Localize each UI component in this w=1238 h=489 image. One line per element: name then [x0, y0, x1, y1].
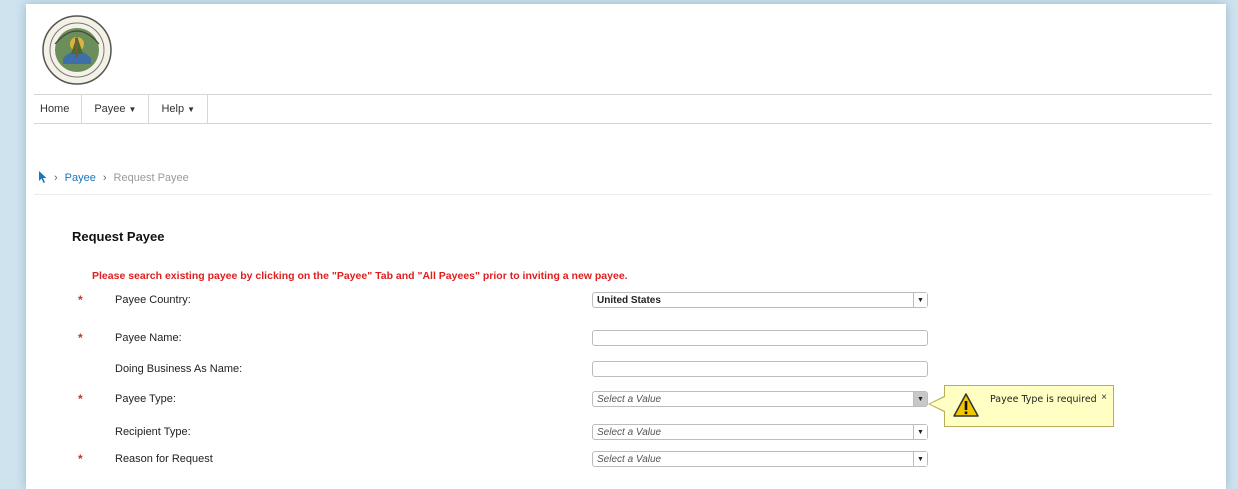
chevron-down-icon[interactable]: ▼ — [913, 293, 927, 307]
payee-country-value: United States — [597, 294, 661, 306]
recipient-type-label: Recipient Type: — [115, 426, 191, 438]
search-warning-text: Please search existing payee by clicking… — [92, 270, 628, 282]
close-icon[interactable]: × — [1101, 392, 1107, 403]
chevron-down-icon[interactable]: ▼ — [913, 425, 927, 439]
app-window: Home Payee ▼ Help ▼ › Payee › Request Pa… — [26, 4, 1226, 489]
divider — [34, 194, 1212, 195]
payee-country-label: Payee Country: — [115, 294, 191, 306]
reason-label: Reason for Request — [115, 453, 213, 465]
breadcrumb-separator: › — [54, 172, 58, 184]
recipient-type-placeholder: Select a Value — [597, 426, 662, 438]
dba-name-row: Doing Business As Name: — [78, 361, 1178, 379]
nav-home[interactable]: Home — [34, 95, 83, 123]
recipient-type-select[interactable]: Select a Value ▼ — [592, 424, 928, 440]
nav-home-label: Home — [40, 103, 70, 115]
breadcrumb: › Payee › Request Payee — [38, 170, 189, 186]
required-marker: * — [78, 452, 83, 466]
page-title: Request Payee — [72, 229, 165, 244]
nav-payee-menu[interactable]: Payee ▼ — [82, 95, 150, 123]
tooltip-message: Payee Type is required — [990, 394, 1097, 405]
nav-payee-label: Payee — [94, 103, 126, 115]
warning-icon — [953, 392, 979, 418]
required-marker: * — [78, 293, 83, 307]
payee-type-error-tooltip: Payee Type is required × — [944, 385, 1114, 427]
payee-type-label: Payee Type: — [115, 393, 176, 405]
caret-down-icon: ▼ — [187, 104, 196, 114]
reason-placeholder: Select a Value — [597, 453, 662, 465]
pointer-icon[interactable] — [38, 170, 47, 186]
required-marker: * — [78, 331, 83, 345]
payee-name-row: * Payee Name: — [78, 330, 1178, 348]
payee-country-select[interactable]: United States ▼ — [592, 292, 928, 308]
state-seal-logo — [41, 14, 113, 86]
payee-name-input[interactable] — [592, 330, 928, 346]
required-marker: * — [78, 392, 83, 406]
dba-name-input[interactable] — [592, 361, 928, 377]
tooltip-arrow-fill — [930, 397, 945, 411]
breadcrumb-payee-link[interactable]: Payee — [65, 172, 96, 184]
reason-select[interactable]: Select a Value ▼ — [592, 451, 928, 467]
payee-country-row: * Payee Country: United States ▼ — [78, 292, 1178, 310]
nav-help-menu[interactable]: Help ▼ — [149, 95, 209, 123]
payee-type-select[interactable]: Select a Value ▼ — [592, 391, 928, 407]
payee-type-placeholder: Select a Value — [597, 393, 662, 405]
nav-help-label: Help — [161, 103, 185, 115]
breadcrumb-separator: › — [102, 172, 107, 184]
payee-name-label: Payee Name: — [115, 332, 182, 344]
caret-down-icon: ▼ — [128, 104, 137, 114]
chevron-down-icon[interactable]: ▼ — [913, 452, 927, 466]
main-nav: Home Payee ▼ Help ▼ — [34, 94, 1212, 124]
chevron-down-icon[interactable]: ▼ — [913, 392, 927, 406]
breadcrumb-current: Request Payee — [113, 172, 189, 184]
reason-row: * Reason for Request Select a Value ▼ — [78, 451, 1178, 469]
dba-name-label: Doing Business As Name: — [115, 363, 243, 375]
